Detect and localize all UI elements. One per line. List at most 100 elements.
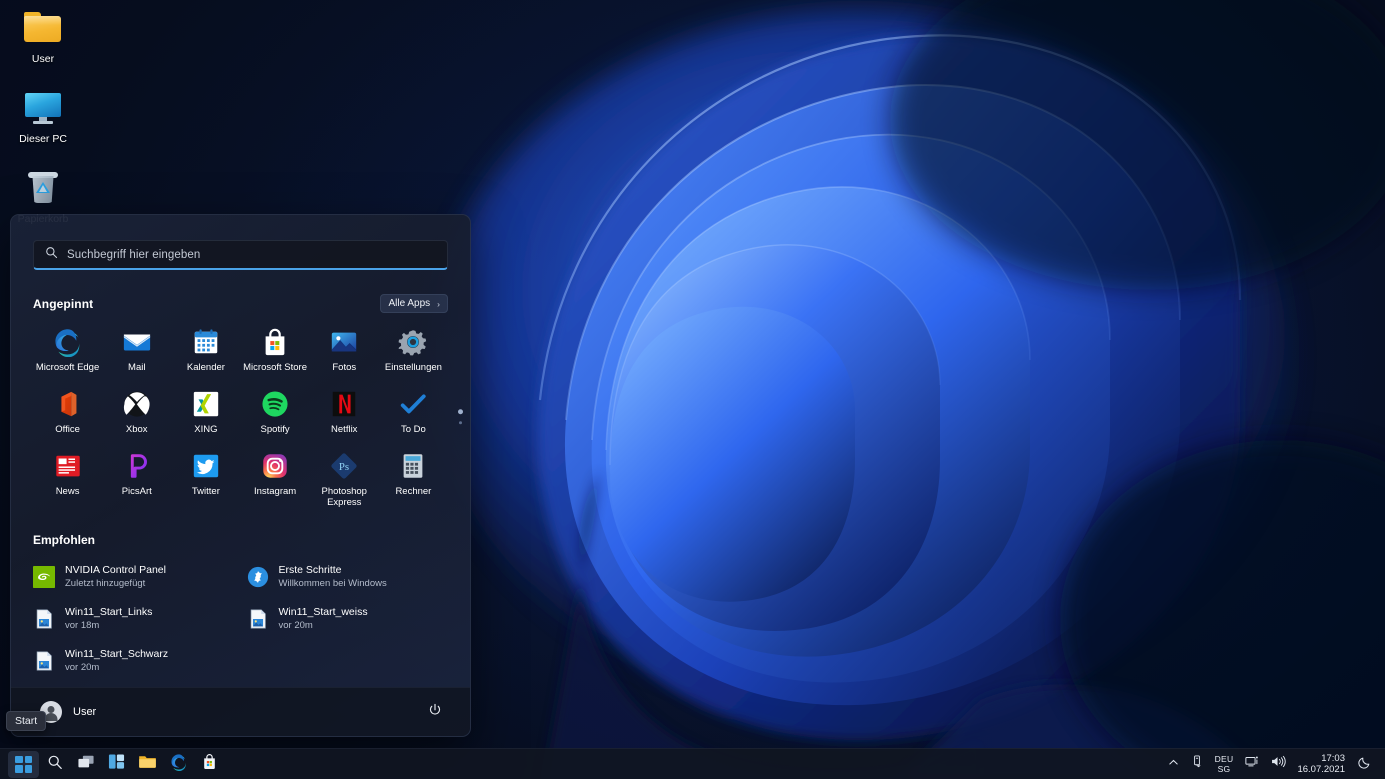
pinned-app-to-do[interactable]: To Do xyxy=(379,384,448,438)
pinned-app-spotify[interactable]: Spotify xyxy=(240,384,309,438)
pinned-app-instagram[interactable]: Instagram xyxy=(240,446,309,511)
recommended-item-erste-schritte[interactable]: Erste Schritte Willkommen bei Windows xyxy=(241,557,455,597)
pinned-app-label: Xbox xyxy=(126,424,148,435)
pinned-app-twitter[interactable]: Twitter xyxy=(171,446,240,511)
volume-button[interactable] xyxy=(1266,752,1291,776)
recommended-item-name: NVIDIA Control Panel xyxy=(65,564,166,577)
pinned-app-picsart[interactable]: PicsArt xyxy=(102,446,171,511)
pinned-app-label: Microsoft Edge xyxy=(36,362,99,373)
pinned-app-label: Rechner xyxy=(395,486,431,497)
store-button[interactable] xyxy=(194,751,225,778)
todo-check-icon xyxy=(398,389,428,419)
page-dot-active[interactable] xyxy=(458,409,463,414)
recommended-item-sub: Willkommen bei Windows xyxy=(279,578,387,590)
start-menu-panel: Suchbegriff hier eingeben Angepinnt Alle… xyxy=(10,214,471,737)
moon-focus-icon xyxy=(1358,755,1372,774)
task-view-icon xyxy=(77,754,95,775)
tray-overflow-button[interactable] xyxy=(1163,752,1184,776)
pinned-title: Angepinnt xyxy=(33,297,93,311)
svg-text:Ps: Ps xyxy=(339,461,349,473)
search-input[interactable]: Suchbegriff hier eingeben xyxy=(33,240,448,270)
folder-icon xyxy=(138,753,157,775)
usb-eject-button[interactable] xyxy=(1186,752,1208,776)
system-tray: DEU SG 17:03 16.07.2021 xyxy=(1163,751,1385,777)
pinned-app-einstellungen[interactable]: Einstellungen xyxy=(379,322,448,376)
pinned-header: Angepinnt Alle Apps › xyxy=(11,294,470,313)
widgets-icon xyxy=(108,753,125,775)
folder-icon xyxy=(22,8,64,48)
start-search-area: Suchbegriff hier eingeben xyxy=(11,215,470,270)
network-button[interactable] xyxy=(1240,752,1264,776)
start-button[interactable] xyxy=(8,751,39,778)
notification-center-button[interactable] xyxy=(1353,752,1377,777)
store-icon xyxy=(201,753,218,775)
search-icon xyxy=(45,246,58,264)
pinned-app-microsoft-edge[interactable]: Microsoft Edge xyxy=(33,322,102,376)
recommended-item-win11-start-schwarz[interactable]: Win11_Start_Schwarz vor 20m xyxy=(27,641,241,681)
language-indicator[interactable]: DEU SG xyxy=(1210,751,1239,777)
pinned-app-office[interactable]: Office xyxy=(33,384,102,438)
recommended-item-win11-start-weiss[interactable]: Win11_Start_weiss vor 20m xyxy=(241,599,455,639)
calendar-icon xyxy=(191,327,221,357)
pinned-app-label: News xyxy=(56,486,80,497)
pinned-app-news[interactable]: News xyxy=(33,446,102,511)
search-icon xyxy=(47,754,63,775)
spotify-icon xyxy=(260,389,290,419)
taskbar-buttons xyxy=(0,751,225,778)
photoshop-express-icon: Ps xyxy=(329,451,359,481)
desktop-icon-label: User xyxy=(32,53,54,66)
pinned-app-mail[interactable]: Mail xyxy=(102,322,171,376)
xbox-icon xyxy=(122,389,152,419)
power-icon xyxy=(428,703,442,722)
office-icon xyxy=(53,389,83,419)
page-dot-inactive[interactable] xyxy=(459,421,463,425)
power-button[interactable] xyxy=(422,699,448,725)
pinned-app-xing[interactable]: XING xyxy=(171,384,240,438)
desktop-icon-this-pc[interactable]: Dieser PC xyxy=(0,66,86,146)
get-started-icon xyxy=(247,566,269,588)
news-icon xyxy=(53,451,83,481)
recommended-item-sub: vor 20m xyxy=(279,620,368,632)
edge-icon xyxy=(53,327,83,357)
pinned-app-label: Mail xyxy=(128,362,145,373)
user-name: User xyxy=(73,706,96,718)
settings-gear-icon xyxy=(398,327,428,357)
start-button-tooltip: Start xyxy=(6,711,46,731)
network-icon xyxy=(1245,755,1259,773)
search-button[interactable] xyxy=(39,751,70,778)
xing-icon xyxy=(191,389,221,419)
pinned-page-indicator[interactable] xyxy=(458,409,463,425)
recycle-bin-icon xyxy=(22,168,64,208)
desktop-icon-user[interactable]: User xyxy=(0,0,86,66)
pinned-app-netflix[interactable]: Netflix xyxy=(310,384,379,438)
pinned-app-photoshop-express[interactable]: Ps Photoshop Express xyxy=(310,446,379,511)
language-text: DEU SG xyxy=(1215,754,1234,774)
pinned-app-fotos[interactable]: Fotos xyxy=(310,322,379,376)
nvidia-icon xyxy=(33,566,55,588)
pinned-app-microsoft-store[interactable]: Microsoft Store xyxy=(240,322,309,376)
image-file-icon xyxy=(247,608,269,630)
recommended-item-name: Win11_Start_Schwarz xyxy=(65,648,168,661)
recommended-item-nvidia-control-panel[interactable]: NVIDIA Control Panel Zuletzt hinzugefügt xyxy=(27,557,241,597)
recommended-list: NVIDIA Control Panel Zuletzt hinzugefügt… xyxy=(11,557,470,681)
language-line1: DEU xyxy=(1215,754,1234,764)
task-view-button[interactable] xyxy=(70,751,101,778)
image-file-icon xyxy=(33,608,55,630)
photos-icon xyxy=(329,327,359,357)
pinned-app-label: Microsoft Store xyxy=(243,362,307,373)
clock-button[interactable]: 17:03 16.07.2021 xyxy=(1293,753,1351,775)
all-apps-button[interactable]: Alle Apps › xyxy=(380,294,448,313)
widgets-button[interactable] xyxy=(101,751,132,778)
calculator-icon xyxy=(398,451,428,481)
edge-button[interactable] xyxy=(163,751,194,778)
usb-eject-icon xyxy=(1191,755,1203,773)
recommended-item-win11-start-links[interactable]: Win11_Start_Links vor 18m xyxy=(27,599,241,639)
pinned-app-label: Fotos xyxy=(332,362,356,373)
pinned-apps-area: Microsoft Edge Mail xyxy=(11,322,470,511)
file-explorer-button[interactable] xyxy=(132,751,163,778)
pinned-app-rechner[interactable]: Rechner xyxy=(379,446,448,511)
taskbar: DEU SG 17:03 16.07.2021 xyxy=(0,748,1385,779)
pinned-app-label: Spotify xyxy=(261,424,290,435)
pinned-app-xbox[interactable]: Xbox xyxy=(102,384,171,438)
pinned-app-kalender[interactable]: Kalender xyxy=(171,322,240,376)
